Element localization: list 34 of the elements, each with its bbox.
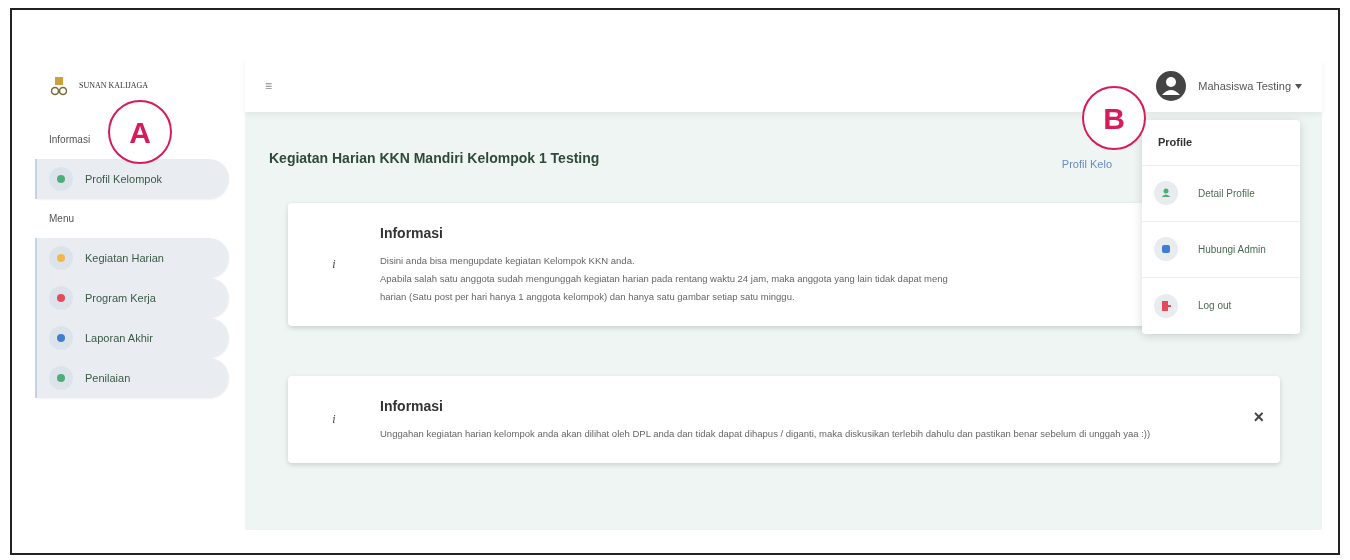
- sidebar-item-icon: [49, 167, 73, 191]
- logout-icon: [1154, 293, 1178, 318]
- card-title: Informasi: [380, 396, 443, 416]
- card-text: Apabila salah satu anggota sudah mengunggah kegiatan harian pada rentang waktu 24 jam, maka anggota yang lain tidak dapat meng: [380, 271, 948, 286]
- sidebar-item-icon: [49, 366, 73, 390]
- card-title: Informasi: [380, 223, 443, 243]
- avatar-icon[interactable]: [1156, 71, 1187, 101]
- sidebar-item[interactable]: Laporan Akhir: [37, 318, 229, 358]
- sidebar-item-icon: [49, 326, 73, 350]
- sidebar-item[interactable]: Kegiatan Harian: [37, 238, 229, 278]
- info-icon: i: [288, 410, 380, 428]
- sidebar-item[interactable]: Penilaian: [37, 358, 229, 398]
- logo-text: SUNAN KALIJAGA: [79, 80, 149, 92]
- user-menu[interactable]: Mahasiswa Testing: [1198, 77, 1302, 95]
- page-title: Kegiatan Harian KKN Mandiri Kelompok 1 Testing: [269, 148, 600, 168]
- person-icon: [1154, 181, 1178, 205]
- sidebar-item-icon: [49, 246, 73, 270]
- section-heading: Menu: [49, 212, 74, 226]
- menu-icon[interactable]: ≡: [265, 77, 272, 95]
- sidebar-item[interactable]: Profil Kelompok: [37, 159, 229, 199]
- close-button[interactable]: ×: [1253, 403, 1264, 431]
- caret-icon: [1295, 83, 1302, 89]
- dropdown-item[interactable]: Hubungi Admin: [1142, 221, 1300, 278]
- contact-icon: [1154, 237, 1178, 261]
- sidebar-item-icon: [49, 286, 73, 310]
- logo-icon: [51, 76, 67, 96]
- info-icon: i: [288, 255, 380, 273]
- card-text: harian (Satu post per hari hanya 1 anggota kelompok) dan hanya satu gambar setiap satu minggu.: [380, 289, 795, 304]
- section-heading: Informasi: [49, 133, 91, 147]
- dropdown-item[interactable]: Log out: [1142, 277, 1300, 334]
- sidebar-item[interactable]: Program Kerja: [37, 278, 229, 318]
- card-text: Disini anda bisa mengupdate kegiatan Kelompok KKN anda.: [380, 253, 635, 268]
- card-text: Unggahan kegiatan harian kelompok anda akan dilihat oleh DPL anda dan tidak dapat dihapus / diganti, maka diskusikan terlebih dahulu dan pastikan benar sebelum di unggah yaa :)): [380, 426, 1151, 441]
- dropdown-item[interactable]: Detail Profile: [1142, 165, 1300, 222]
